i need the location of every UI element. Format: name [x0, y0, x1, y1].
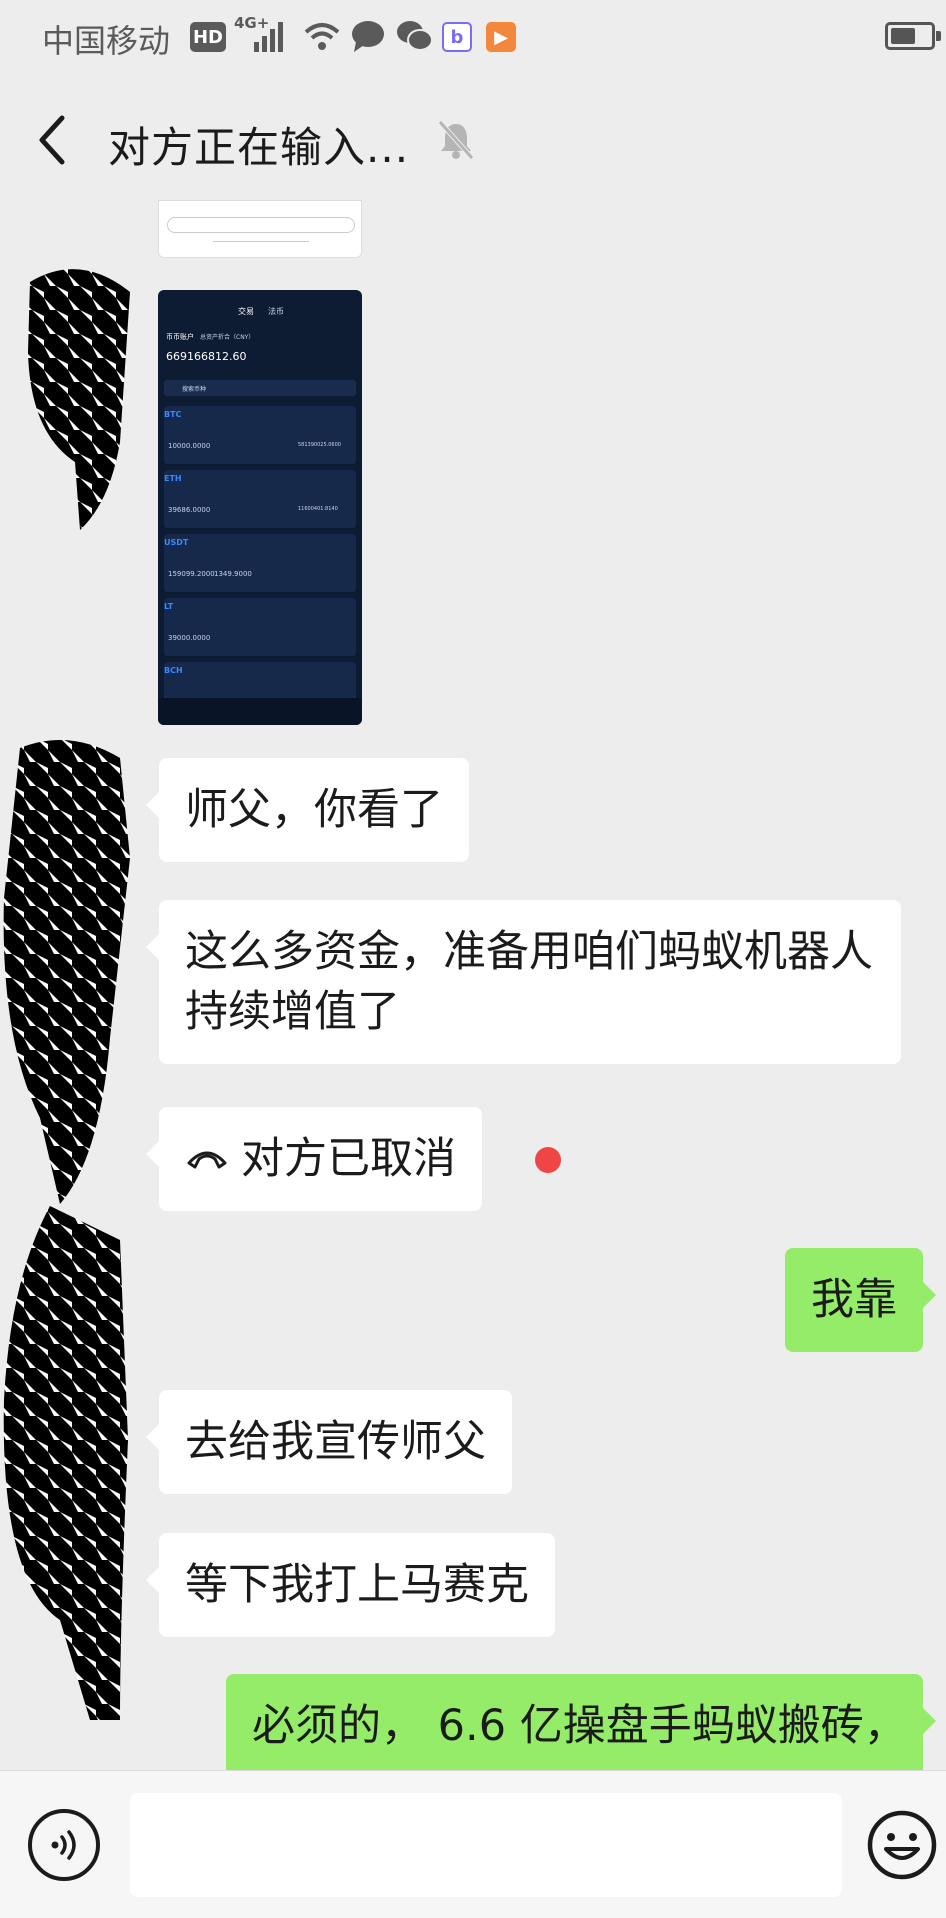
chat-title: 对方正在输入...: [108, 123, 410, 172]
censored-avatar: [28, 269, 130, 530]
wechat-icon: [397, 21, 433, 51]
message-text: 这么多资金，准备用咱们蚂蚁机器人持续增值了: [185, 927, 873, 1037]
coin-value: 581390025.0600: [298, 442, 341, 448]
search-placeholder: 搜索币种: [182, 386, 207, 393]
unread-dot: [535, 1147, 561, 1173]
voice-button[interactable]: [28, 1809, 100, 1881]
account-label: 币币账户: [166, 333, 194, 341]
shared-image-fragment[interactable]: [158, 200, 362, 258]
chat-header: 对方正在输入...: [0, 72, 946, 190]
shared-image-wallet[interactable]: 交易 法币 币币账户 总资产折合（CNY） 669166812.60 搜索币种 …: [158, 290, 362, 725]
message-bubble[interactable]: 等下我打上马赛克: [146, 1533, 555, 1637]
censored-avatar: [3, 740, 130, 1204]
message-text: 必须的， 6.6 亿操盘手蚂蚁搬砖，: [252, 1701, 907, 1751]
coin-symbol: LT: [164, 602, 174, 611]
status-bar: 中国移动 HD 4G+ b ▶: [0, 0, 946, 72]
coin-symbol: ETH: [164, 474, 182, 483]
app-b-icon: b: [442, 22, 472, 52]
call-status-text: 对方已取消: [241, 1134, 456, 1184]
message-bubble[interactable]: 师父，你看了: [146, 758, 469, 862]
coin-value: 11600401.8140: [298, 506, 338, 512]
video-app-icon: ▶: [486, 22, 516, 52]
wallet-tab: 交易: [238, 307, 254, 316]
chat-bubble-icon: [352, 21, 384, 52]
message-text: 我靠: [811, 1275, 897, 1325]
censored-avatar: [3, 1206, 128, 1720]
coin-value: 39686.0000: [168, 506, 211, 514]
wallet-tab: 法币: [268, 307, 284, 316]
voice-icon: [51, 1830, 76, 1860]
message-input[interactable]: [130, 1793, 842, 1897]
balance: 669166812.60: [166, 350, 247, 363]
account-sub: 总资产折合（CNY）: [200, 334, 255, 341]
coin-symbol: USDT: [164, 538, 189, 547]
coin-value: 159099.2000: [168, 570, 215, 578]
coin-value: 1349.9000: [214, 570, 252, 578]
message-bubble[interactable]: 去给我宣传师父: [146, 1390, 512, 1494]
signal-icon: [254, 22, 283, 52]
carrier-name: 中国移动: [42, 22, 171, 60]
bell-muted-icon: [438, 120, 474, 160]
coin-value: 10000.0000: [168, 442, 211, 450]
battery-icon: [885, 22, 941, 50]
message-bubble-self[interactable]: 我靠: [785, 1248, 936, 1352]
emoji-icon[interactable]: [866, 1809, 938, 1881]
coin-value: 39000.0000: [168, 634, 211, 642]
message-text: 师父，你看了: [185, 785, 443, 835]
chevron-left-icon[interactable]: [28, 110, 76, 170]
call-bubble[interactable]: 对方已取消: [146, 1107, 482, 1211]
coin-symbol: BTC: [164, 410, 182, 419]
phone-hangup-icon: [187, 1151, 227, 1169]
message-bubble[interactable]: 这么多资金，准备用咱们蚂蚁机器人持续增值了: [146, 900, 901, 1064]
message-text: 等下我打上马赛克: [185, 1560, 529, 1610]
message-text: 去给我宣传师父: [185, 1417, 486, 1467]
message-bubble-self[interactable]: 必须的， 6.6 亿操盘手蚂蚁搬砖，: [226, 1674, 936, 1770]
wifi-icon: [304, 23, 340, 50]
input-bar: [0, 1770, 946, 1918]
hd-icon: HD: [190, 22, 226, 52]
coin-symbol: BCH: [164, 666, 183, 675]
